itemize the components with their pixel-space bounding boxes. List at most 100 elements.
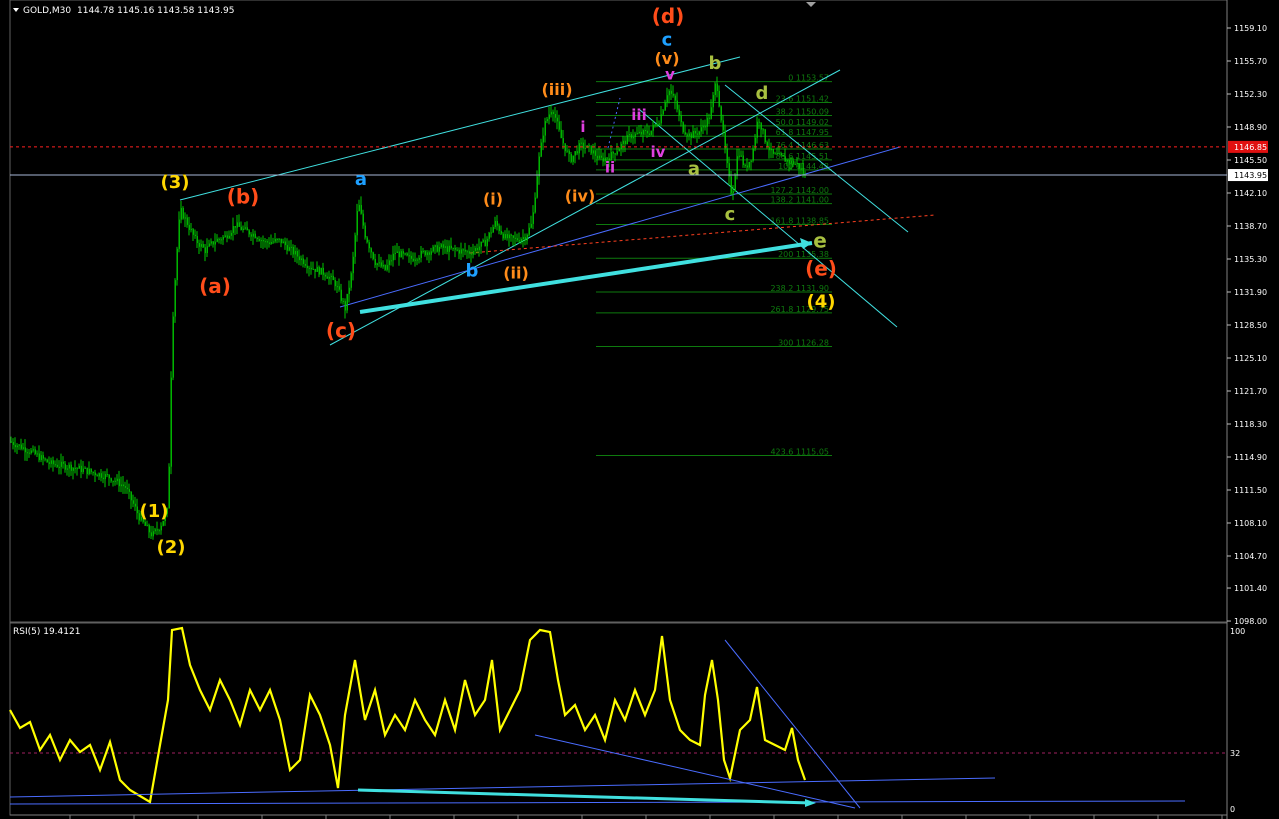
candle-body bbox=[328, 276, 330, 279]
candle-body bbox=[260, 240, 262, 242]
symbol-label[interactable]: GOLD,M30 bbox=[23, 6, 71, 16]
price-tick-label: 1152.30 bbox=[1234, 90, 1267, 99]
candle-body bbox=[724, 130, 726, 149]
candle-body bbox=[68, 464, 70, 469]
candle-body bbox=[698, 131, 700, 135]
candle-body bbox=[90, 468, 92, 472]
candle-body bbox=[728, 163, 730, 177]
candle-body bbox=[336, 286, 338, 288]
fib-level-label: 76.4 1146.63 bbox=[776, 141, 829, 150]
candle-body bbox=[144, 521, 146, 526]
current-price-value: 1143.95 bbox=[1234, 171, 1267, 180]
price-tick-label: 1118.30 bbox=[1234, 420, 1267, 429]
trendline bbox=[179, 56, 741, 201]
candle-body bbox=[20, 444, 22, 449]
candle-body bbox=[782, 154, 784, 157]
candle-body bbox=[312, 268, 314, 270]
candle-body bbox=[402, 251, 404, 254]
candle-body bbox=[202, 244, 204, 248]
candle-body bbox=[48, 462, 50, 464]
candle-body bbox=[424, 251, 426, 256]
candle-body bbox=[572, 155, 574, 162]
candle-body bbox=[280, 238, 282, 244]
candle-body bbox=[384, 264, 386, 270]
candle-body bbox=[450, 245, 452, 249]
price-tick-label: 1142.10 bbox=[1234, 189, 1267, 198]
candle-body bbox=[28, 452, 30, 454]
candle-body bbox=[438, 247, 440, 252]
candle-body bbox=[440, 244, 442, 248]
price-tick-label: 1128.50 bbox=[1234, 321, 1267, 330]
candle-body bbox=[492, 227, 494, 233]
candle-body bbox=[738, 155, 740, 157]
candle-body bbox=[656, 124, 658, 126]
candle-body bbox=[574, 151, 576, 156]
candle-body bbox=[560, 129, 562, 139]
wave-label: b bbox=[466, 260, 479, 281]
candle-body bbox=[734, 175, 736, 192]
candle-body bbox=[404, 253, 406, 255]
wave-label: (2) bbox=[157, 537, 186, 558]
price-tick-label: 1131.90 bbox=[1234, 288, 1267, 297]
candle-body bbox=[522, 237, 524, 240]
candle-body bbox=[470, 253, 472, 255]
candle-body bbox=[644, 130, 646, 132]
candle-body bbox=[764, 129, 766, 143]
candle-body bbox=[406, 253, 408, 256]
candle-body bbox=[502, 233, 504, 239]
rsi-arrow-head bbox=[805, 799, 816, 807]
candle-body bbox=[240, 226, 242, 231]
candle-body bbox=[350, 273, 352, 288]
candle-body bbox=[566, 150, 568, 152]
fib-level-label: 50.0 1149.02 bbox=[776, 118, 829, 127]
candle-body bbox=[334, 280, 336, 287]
rsi-trendline bbox=[9, 800, 1186, 805]
candle-body bbox=[64, 463, 66, 470]
candle-body bbox=[172, 316, 174, 378]
candle-body bbox=[372, 252, 374, 259]
wave-label: (c) bbox=[326, 319, 356, 343]
candle-body bbox=[196, 236, 198, 244]
symbol-dropdown-icon[interactable] bbox=[13, 8, 19, 12]
candle-body bbox=[408, 255, 410, 257]
candle-body bbox=[682, 122, 684, 133]
candle-body bbox=[386, 265, 388, 270]
candle-body bbox=[92, 471, 94, 473]
candle-body bbox=[744, 165, 746, 167]
candle-body bbox=[628, 134, 630, 136]
candle-body bbox=[306, 265, 308, 269]
candle-body bbox=[340, 289, 342, 301]
candle-body bbox=[156, 529, 158, 531]
candle-body bbox=[26, 452, 28, 454]
price-tick-label: 1148.90 bbox=[1234, 123, 1267, 132]
candle-body bbox=[390, 260, 392, 262]
candle-body bbox=[534, 197, 536, 213]
candle-body bbox=[432, 246, 434, 252]
candle-body bbox=[96, 475, 98, 477]
candle-body bbox=[106, 474, 108, 476]
wave-label: c bbox=[662, 29, 673, 50]
chart-canvas: 0 1153.57 23.6 1151.42 38.2 1150.09 50.0 11… bbox=[9, 0, 1268, 819]
candle-body bbox=[270, 242, 272, 244]
candle-body bbox=[160, 525, 162, 531]
candle-body bbox=[318, 267, 320, 275]
candle-body bbox=[122, 484, 124, 487]
candle-body bbox=[414, 259, 416, 261]
candle-body bbox=[528, 227, 530, 235]
candle-body bbox=[70, 464, 72, 471]
candle-body bbox=[124, 486, 126, 488]
candle-body bbox=[740, 155, 742, 157]
wave-label: iii bbox=[631, 106, 646, 124]
candle-body bbox=[786, 159, 788, 162]
candle-body bbox=[506, 234, 508, 239]
candle-body bbox=[760, 122, 762, 130]
candle-body bbox=[620, 143, 622, 149]
candle-body bbox=[468, 251, 470, 254]
candle-body bbox=[224, 235, 226, 237]
wave-label: iv bbox=[651, 143, 666, 161]
scroll-marker-icon[interactable] bbox=[806, 2, 816, 7]
candle-body bbox=[720, 106, 722, 121]
candle-body bbox=[476, 248, 478, 251]
candle-body bbox=[618, 148, 620, 152]
candle-body bbox=[132, 500, 134, 504]
